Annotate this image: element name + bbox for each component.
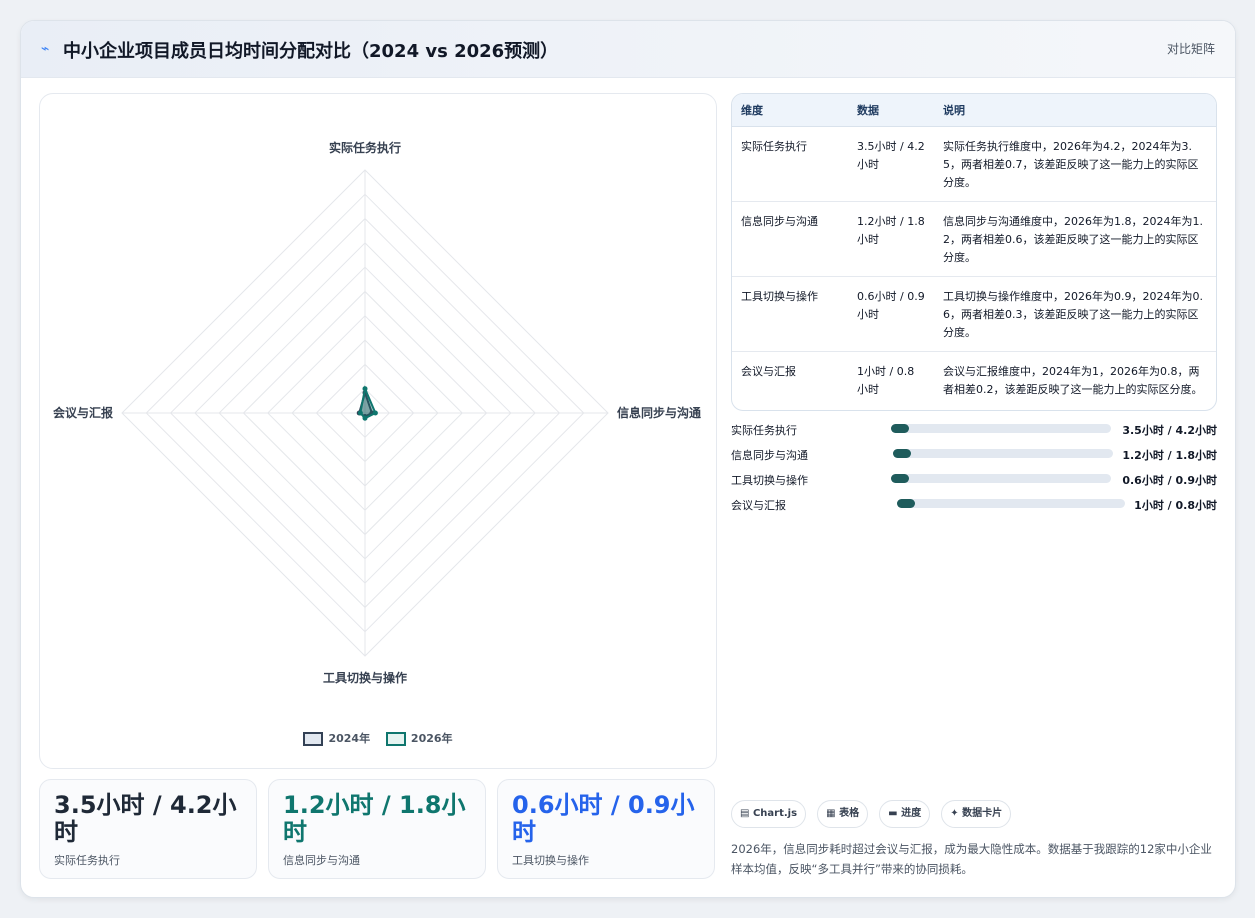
table-icon: ▦	[826, 808, 840, 819]
chip-label: Chart.js	[752, 808, 798, 819]
progress-value: 3.5小时 / 4.2小时	[1122, 424, 1217, 437]
chip-label: 表格	[839, 808, 860, 819]
kpi-card-tools: 0.6小时 / 0.9小时 工具切换与操作	[497, 779, 715, 879]
progress-row: 工具切换与操作 0.6小时 / 0.9小时	[731, 470, 1217, 495]
table-cell: 3.5小时 / 4.2小时	[848, 126, 934, 202]
progress-fill	[891, 474, 909, 483]
progress-track	[897, 499, 1125, 508]
table-cell: 1小时 / 0.8小时	[857, 365, 915, 396]
table-cell: 工具切换与操作维度中，2026年为0.9，2024年为0.6，两者相差0.3，该…	[934, 276, 1216, 352]
radar-chart: 实际任务执行信息同步与沟通工具切换与操作 会议与汇报	[53, 140, 701, 685]
axis-label: 信息同步与沟通	[617, 405, 701, 420]
chip-progress[interactable]: ▬ 进度	[879, 800, 931, 828]
progress-track	[891, 424, 1111, 433]
chip-data-card[interactable]: ✦ 数据卡片	[941, 800, 1012, 828]
data-table-panel: 维度 数据 说明 实际任务执行 3.5小时 / 4.2小时 实际任务执行维度中，…	[731, 93, 1217, 411]
table-cell: 会议与汇报维度中，2024年为1，2026年为0.8，两者相差0.2，该差距反映…	[943, 365, 1203, 396]
view-tag[interactable]: 对比矩阵	[1167, 40, 1215, 57]
progress-track	[891, 474, 1111, 483]
table-cell: 实际任务执行	[732, 126, 848, 202]
progress-list: 实际任务执行 3.5小时 / 4.2小时 信息同步与沟通 1.2小时 / 1.8…	[731, 420, 1217, 520]
progress-value: 0.6小时 / 0.9小时	[1122, 474, 1217, 487]
kpi-label: 工具切换与操作	[512, 854, 589, 867]
axis-label: 会议与汇报	[53, 405, 113, 420]
table-row: 会议与汇报 1小时 / 0.8小时 会议与汇报维度中，2024年为1，2026年…	[732, 352, 1216, 411]
chip-chartjs[interactable]: ▤ Chart.js	[731, 800, 807, 828]
sparkle-icon: ✦	[950, 808, 963, 819]
progress-fill	[897, 499, 916, 508]
table-row: 实际任务执行 3.5小时 / 4.2小时 实际任务执行维度中，2026年为4.2…	[732, 126, 1216, 202]
data-point	[362, 415, 368, 421]
table-cell: 工具切换与操作	[732, 276, 848, 352]
table-row: 信息同步与沟通 1.2小时 / 1.8小时 信息同步与沟通维度中，2026年为1…	[732, 201, 1216, 277]
table-cell: 信息同步与沟通维度中，2026年为1.8，2024年为1.2，两者相差0.6，该…	[934, 201, 1216, 277]
progress-label: 信息同步与沟通	[731, 449, 808, 462]
chip-table[interactable]: ▦ 表格	[817, 800, 869, 828]
table-header-row: 维度 数据 说明	[732, 94, 1216, 127]
kpi-value: 0.6小时 / 0.9小时	[512, 791, 695, 846]
column-header: 说明	[934, 94, 1216, 127]
radar-chart-panel: 实际任务执行信息同步与沟通工具切换与操作 会议与汇报 2024年 2026年	[39, 93, 717, 769]
kpi-card-sync: 1.2小时 / 1.8小时 信息同步与沟通	[268, 779, 486, 879]
progress-label: 会议与汇报	[731, 499, 786, 512]
kpi-value: 3.5小时 / 4.2小时	[54, 791, 237, 846]
table-cell: 1.2小时 / 1.8小时	[848, 201, 934, 277]
data-point	[357, 410, 363, 416]
data-point	[362, 386, 368, 392]
table-cell: 实际任务执行维度中，2026年为4.2，2024年为3.5，两者相差0.7，该差…	[934, 126, 1216, 202]
data-point	[372, 410, 378, 416]
kpi-value: 1.2小时 / 1.8小时	[283, 791, 466, 846]
table-cell: 信息同步与沟通	[732, 201, 848, 277]
progress-track	[893, 449, 1113, 458]
axis-label: 实际任务执行	[329, 140, 401, 155]
page-title: 中小企业项目成员日均时间分配对比（2024 vs 2026预测）	[63, 41, 559, 62]
progress-icon: ▬	[888, 808, 902, 819]
chart-icon: ▤	[740, 808, 753, 819]
progress-row: 信息同步与沟通 1.2小时 / 1.8小时	[731, 445, 1217, 470]
column-header: 维度	[732, 94, 848, 127]
table-cell: 会议与汇报	[741, 365, 796, 378]
chip-group: ▤ Chart.js ▦ 表格 ▬ 进度 ✦ 数据卡片	[731, 800, 1017, 828]
progress-value: 1.2小时 / 1.8小时	[1122, 449, 1217, 462]
table-row: 工具切换与操作 0.6小时 / 0.9小时 工具切换与操作维度中，2026年为0…	[732, 276, 1216, 352]
chart-icon: ⌁	[41, 41, 50, 57]
chip-label: 数据卡片	[962, 808, 1003, 819]
axis-label: 工具切换与操作	[323, 670, 407, 685]
footnote: 2026年，信息同步耗时超过会议与汇报，成为最大隐性成本。数据基于我跟踪的12家…	[731, 842, 1212, 876]
progress-label: 实际任务执行	[731, 424, 797, 437]
header: ⌁ 中小企业项目成员日均时间分配对比（2024 vs 2026预测） 对比矩阵	[21, 21, 1235, 78]
table-cell: 0.6小时 / 0.9小时	[848, 276, 934, 352]
column-header: 数据	[848, 94, 934, 127]
dashboard-card: ⌁ 中小企业项目成员日均时间分配对比（2024 vs 2026预测） 对比矩阵 …	[20, 20, 1236, 898]
progress-fill	[893, 449, 911, 458]
progress-label: 工具切换与操作	[731, 474, 808, 487]
kpi-label: 信息同步与沟通	[283, 854, 360, 867]
kpi-label: 实际任务执行	[54, 854, 120, 867]
progress-value: 1小时 / 0.8小时	[1134, 499, 1217, 512]
chip-label: 进度	[901, 808, 922, 819]
legend-label-2024: 2024年	[328, 732, 371, 745]
legend-item-2024[interactable]: 2024年	[303, 730, 370, 746]
progress-fill	[891, 424, 909, 433]
legend-label-2026: 2026年	[410, 732, 453, 745]
progress-row: 实际任务执行 3.5小时 / 4.2小时	[731, 420, 1217, 445]
data-table: 维度 数据 说明 实际任务执行 3.5小时 / 4.2小时 实际任务执行维度中，…	[732, 94, 1216, 411]
chart-legend: 2024年 2026年	[40, 730, 716, 746]
progress-row: 会议与汇报 1小时 / 0.8小时	[731, 495, 1217, 520]
kpi-card-task: 3.5小时 / 4.2小时 实际任务执行	[39, 779, 257, 879]
legend-item-2026[interactable]: 2026年	[385, 730, 453, 746]
